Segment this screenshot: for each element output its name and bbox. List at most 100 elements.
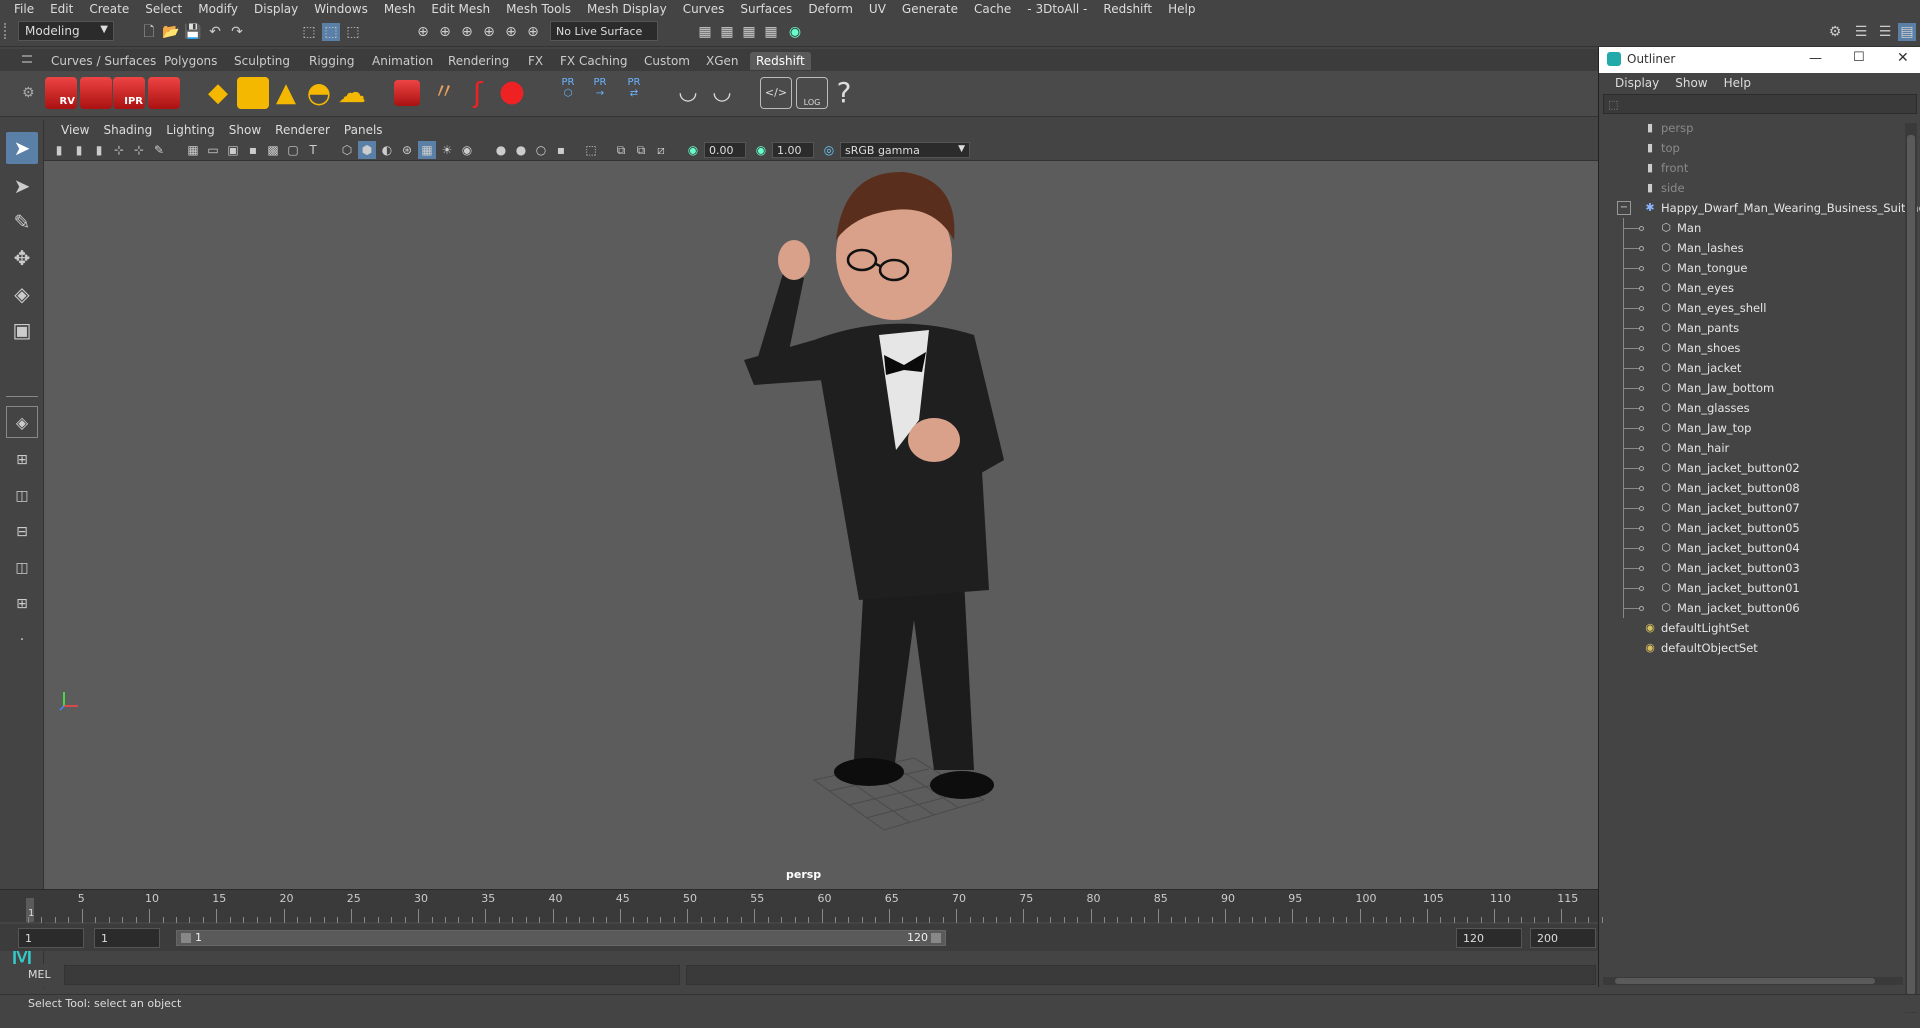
toggle-outliner-icon[interactable]: ☰ bbox=[1876, 23, 1894, 41]
render-view-icon[interactable]: ▦ bbox=[762, 23, 780, 41]
menu-generate[interactable]: Generate bbox=[894, 2, 966, 16]
range-end-handle[interactable] bbox=[931, 933, 941, 943]
shelf-options-icon[interactable]: ⚙ bbox=[22, 85, 35, 101]
outliner-menu-display[interactable]: Display bbox=[1607, 76, 1667, 90]
gamma-field[interactable]: 1.00 bbox=[772, 142, 814, 158]
outliner-row[interactable]: ◉ defaultLightSet bbox=[1603, 618, 1909, 638]
shelf-tab-fx-caching[interactable]: FX Caching bbox=[554, 52, 633, 70]
select-tool-icon[interactable]: ➤ bbox=[6, 132, 38, 164]
outliner-row[interactable]: ⬡ Man_jacket_button05 bbox=[1603, 518, 1909, 538]
panel-menu-view[interactable]: View bbox=[54, 123, 96, 137]
outliner-search-input[interactable]: ⬚ bbox=[1603, 94, 1917, 114]
film-gate-icon[interactable]: ▭ bbox=[204, 141, 222, 159]
menu-create[interactable]: Create bbox=[81, 2, 137, 16]
time-slider[interactable]: 1 5 10 15 20 25 30 35 40 45 50 55 60 65 70 75 80 85 90 95 1… bbox=[0, 889, 1603, 923]
menu-uv[interactable]: UV bbox=[861, 2, 894, 16]
viewport[interactable]: View Shading Lighting Show Renderer Panels ▮ … bbox=[44, 120, 1598, 889]
field-chart-icon[interactable]: ▩ bbox=[264, 141, 282, 159]
hair-icon[interactable]: 〃 bbox=[428, 77, 460, 109]
gate-mask-icon[interactable]: ▪ bbox=[244, 141, 262, 159]
toggle-panels-icon[interactable]: ☰ bbox=[1852, 23, 1870, 41]
xray-joints-icon[interactable]: ⧉ bbox=[632, 141, 650, 159]
select-object-icon[interactable]: ⬚ bbox=[322, 23, 340, 41]
exposure-field[interactable]: 0.00 bbox=[704, 142, 746, 158]
render-settings-icon[interactable]: ▦ bbox=[696, 23, 714, 41]
snap-grid-icon[interactable]: ⊕ bbox=[414, 23, 432, 41]
paint-select-icon[interactable]: ✎ bbox=[6, 206, 38, 238]
outliner-hscrollbar[interactable] bbox=[1603, 977, 1903, 985]
outliner-row[interactable]: − ✱ Happy_Dwarf_Man_Wearing_Business_Suit_… bbox=[1603, 198, 1920, 218]
snap-view-icon[interactable]: ⊕ bbox=[480, 23, 498, 41]
menu-display[interactable]: Display bbox=[246, 2, 306, 16]
menu-modify[interactable]: Modify bbox=[190, 2, 246, 16]
snap-curve-icon[interactable]: ⊕ bbox=[436, 23, 454, 41]
panel-menu-panels[interactable]: Panels bbox=[337, 123, 390, 137]
character-model[interactable] bbox=[644, 160, 1104, 880]
select-component-icon[interactable]: ⬚ bbox=[344, 23, 362, 41]
render-options-icon[interactable] bbox=[148, 77, 180, 109]
snap-vertex-icon[interactable]: ⊕ bbox=[524, 23, 542, 41]
menu-deform[interactable]: Deform bbox=[800, 2, 861, 16]
camera-attr-icon[interactable]: ▮ bbox=[70, 141, 88, 159]
anim-end-field[interactable]: 200 bbox=[1530, 928, 1596, 948]
lasso-tool-icon[interactable]: ➤ bbox=[6, 170, 38, 202]
outliner-row[interactable]: ⬡ Man_hair bbox=[1603, 438, 1909, 458]
outliner-row[interactable]: ▮ top bbox=[1603, 138, 1909, 158]
outliner-row[interactable]: ⬡ Man_pants bbox=[1603, 318, 1909, 338]
shelf-menu-icon[interactable] bbox=[22, 55, 32, 63]
shelf-tab-rigging[interactable]: Rigging bbox=[303, 52, 360, 70]
portal-light-icon[interactable] bbox=[237, 77, 269, 109]
four-view-icon[interactable]: ⊞ bbox=[6, 444, 38, 476]
menu-redshift[interactable]: Redshift bbox=[1095, 2, 1160, 16]
gamma-icon[interactable]: ◉ bbox=[752, 141, 770, 159]
shelf-tab-curves-surfaces[interactable]: Curves / Surfaces bbox=[45, 52, 162, 70]
outliner-row[interactable]: ⬡ Man_jacket_button04 bbox=[1603, 538, 1909, 558]
rs-curve-icon[interactable]: ʃ bbox=[462, 77, 494, 109]
outliner-titlebar[interactable]: Outliner — ☐ ✕ bbox=[1599, 47, 1920, 73]
hscroll-thumb[interactable] bbox=[1615, 978, 1875, 984]
menu-mesh-tools[interactable]: Mesh Tools bbox=[498, 2, 579, 16]
textured-icon[interactable]: ▦ bbox=[418, 141, 436, 159]
menu-surfaces[interactable]: Surfaces bbox=[732, 2, 800, 16]
script-editor-icon[interactable]: </> bbox=[760, 77, 792, 109]
outliner-row[interactable]: ⬡ Man_eyes_shell bbox=[1603, 298, 1909, 318]
close-icon[interactable]: ✕ bbox=[1897, 50, 1909, 66]
image-plane-icon[interactable]: ⊹ bbox=[110, 141, 128, 159]
camera-select-icon[interactable]: ▮ bbox=[50, 141, 68, 159]
menu-3dtoall[interactable]: - 3DtoAll - bbox=[1019, 2, 1095, 16]
single-view-icon[interactable]: ◈ bbox=[6, 406, 38, 438]
depth-of-field-icon[interactable]: ▪ bbox=[552, 141, 570, 159]
hypershade-icon[interactable]: ◉ bbox=[786, 23, 804, 41]
live-surface-field[interactable]: No Live Surface bbox=[550, 21, 658, 41]
outliner-row[interactable]: ⬡ Man bbox=[1603, 218, 1909, 238]
outliner-row[interactable]: ⬡ Man_jacket_button06 bbox=[1603, 598, 1909, 618]
collapse-icon[interactable]: − bbox=[1617, 201, 1631, 215]
shelf-tab-redshift[interactable]: Redshift bbox=[750, 52, 811, 70]
menu-curves[interactable]: Curves bbox=[675, 2, 733, 16]
persp-outliner-icon[interactable]: ◫ bbox=[6, 552, 38, 584]
menu-windows[interactable]: Windows bbox=[306, 2, 376, 16]
render-view-rs-icon[interactable]: RV bbox=[45, 77, 77, 109]
outliner-row[interactable]: ⬡ Man_jacket_button01 bbox=[1603, 578, 1909, 598]
outliner-row[interactable]: ⬡ Man_eyes bbox=[1603, 278, 1909, 298]
grid-icon[interactable]: ▦ bbox=[184, 141, 202, 159]
outliner-list[interactable]: ▮ persp ▮ top ▮ front ▮ side − ✱ Happy_Dwarf_Man_W… bbox=[1603, 118, 1920, 1028]
snap-point-icon[interactable]: ⊕ bbox=[458, 23, 476, 41]
xray-components-icon[interactable]: ⧄ bbox=[652, 141, 670, 159]
snap-surface-icon[interactable]: ⊕ bbox=[502, 23, 520, 41]
default-material-icon[interactable]: ◐ bbox=[378, 141, 396, 159]
outliner-row[interactable]: ▮ front bbox=[1603, 158, 1909, 178]
wireframe-icon[interactable]: ⬡ bbox=[338, 141, 356, 159]
ambient-occlusion-icon[interactable]: ● bbox=[492, 141, 510, 159]
xray-icon[interactable]: ⧉ bbox=[612, 141, 630, 159]
panel-menu-shading[interactable]: Shading bbox=[96, 123, 159, 137]
panel-menu-lighting[interactable]: Lighting bbox=[159, 123, 222, 137]
sun-sky-icon[interactable]: ☁ bbox=[336, 77, 368, 109]
attribute-editor-icon[interactable]: ▤ bbox=[1898, 23, 1916, 41]
bowl-icon-2[interactable]: ◡ bbox=[706, 77, 738, 109]
color-management-icon[interactable]: ◎ bbox=[820, 141, 838, 159]
range-start-handle[interactable] bbox=[181, 933, 191, 943]
start-time-field[interactable]: 1 bbox=[18, 928, 84, 948]
anti-alias-icon[interactable]: ○ bbox=[532, 141, 550, 159]
persp-graph-icon[interactable]: ⊟ bbox=[6, 516, 38, 548]
